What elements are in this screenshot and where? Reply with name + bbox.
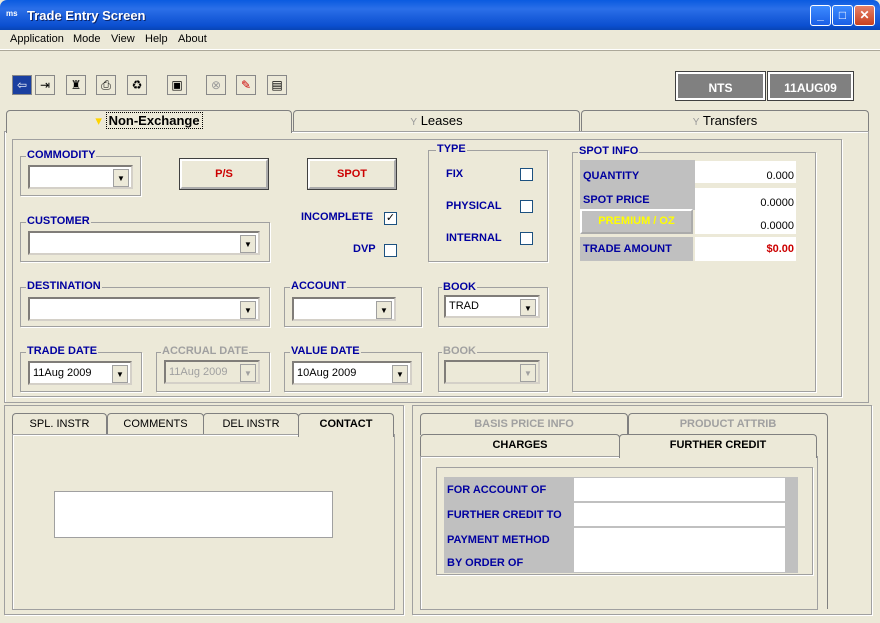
window-title: Trade Entry Screen [27, 8, 146, 23]
commodity-dropdown[interactable]: ▼ [28, 165, 133, 189]
tab-contact[interactable]: CONTACT [298, 413, 394, 437]
type-fix-checkbox[interactable] [520, 168, 533, 181]
trade-date-label: TRADE DATE [26, 345, 99, 357]
value-date-picker[interactable]: 10Aug 2009 ▼ [292, 361, 412, 385]
person-icon[interactable]: ♜ [66, 75, 86, 95]
customer-label: CUSTOMER [26, 215, 91, 227]
spot-button[interactable]: SPOT [307, 158, 397, 190]
menu-mode[interactable]: Mode [73, 33, 101, 45]
printer-desk-icon[interactable]: ▤ [267, 75, 287, 95]
chevron-down-icon[interactable]: ▼ [113, 169, 129, 187]
for-account-of-label: FOR ACCOUNT OF [446, 478, 574, 502]
by-order-of-input[interactable] [574, 551, 785, 573]
trade-date-picker[interactable]: 11Aug 2009 ▼ [28, 361, 132, 385]
destination-label: DESTINATION [26, 280, 102, 292]
chevron-down-icon[interactable]: ▼ [376, 301, 392, 319]
date-status: 11AUG09 [767, 71, 854, 101]
menu-about[interactable]: About [178, 33, 207, 45]
type-physical-label: PHYSICAL [446, 200, 502, 212]
trade-amount-value: $0.00 [695, 237, 796, 261]
minimize-icon[interactable]: _ [810, 5, 831, 26]
tab-leases[interactable]: Y Leases [293, 110, 580, 132]
premium-value[interactable]: 0.0000 [695, 210, 796, 234]
incomplete-checkbox[interactable]: ✓ [384, 212, 397, 225]
commodity-label: COMMODITY [26, 149, 97, 161]
menu-application[interactable]: Application [10, 33, 64, 45]
ps-button[interactable]: P/S [179, 158, 269, 190]
menu-view[interactable]: View [111, 33, 135, 45]
contact-textarea[interactable] [54, 491, 333, 538]
quantity-row: QUANTITY 0.000 [580, 161, 796, 188]
tab-indicator-icon: ▾ [95, 113, 102, 128]
chevron-down-icon: ▼ [240, 364, 256, 382]
quantity-value[interactable]: 0.000 [695, 161, 796, 183]
premium-oz-button[interactable]: PREMIUM / OZ [580, 209, 693, 234]
chevron-down-icon: ▼ [520, 364, 536, 382]
book2-dropdown: ▼ [444, 360, 540, 384]
spot-info-label: SPOT INFO [578, 145, 640, 157]
tab-product-attrib[interactable]: PRODUCT ATTRIB [628, 413, 828, 435]
recycle-icon[interactable]: ♻ [127, 75, 147, 95]
chevron-down-icon[interactable]: ▼ [520, 299, 536, 316]
accrual-date-picker: 11Aug 2009 ▼ [164, 360, 260, 384]
type-label: TYPE [436, 143, 467, 155]
destination-dropdown[interactable]: ▼ [28, 297, 260, 321]
quantity-label: QUANTITY [580, 164, 693, 188]
save-disk-icon[interactable]: ▣ [167, 75, 187, 95]
type-physical-checkbox[interactable] [520, 200, 533, 213]
type-internal-checkbox[interactable] [520, 232, 533, 245]
tab-comments[interactable]: COMMENTS [107, 413, 204, 435]
trade-amount-label: TRADE AMOUNT [580, 237, 693, 261]
accrual-date-label: ACCRUAL DATE [161, 345, 250, 357]
type-internal-label: INTERNAL [446, 232, 502, 244]
tab-del-instr[interactable]: DEL INSTR [203, 413, 299, 435]
exit-arrow-icon[interactable]: ⇦ [12, 75, 32, 95]
tab-y-icon: Y [410, 117, 418, 128]
tab-charges[interactable]: CHARGES [420, 434, 620, 456]
print-icon[interactable]: ⎙ [96, 75, 116, 95]
chevron-down-icon[interactable]: ▼ [392, 365, 408, 383]
value-date-label: VALUE DATE [290, 345, 361, 357]
back-tab-edge [818, 433, 828, 609]
incomplete-label: INCOMPLETE [301, 211, 374, 223]
menu-help[interactable]: Help [145, 33, 168, 45]
payment-method-label: PAYMENT METHOD [446, 528, 574, 552]
close-icon[interactable]: ✕ [854, 5, 875, 26]
app-icon: ms [6, 9, 18, 18]
account-dropdown[interactable]: ▼ [292, 297, 396, 321]
trade-amount-row: TRADE AMOUNT $0.00 [580, 237, 796, 261]
for-account-of-input[interactable] [574, 478, 785, 502]
book-label: BOOK [442, 281, 477, 293]
system-status: NTS [675, 71, 766, 101]
further-credit-to-input[interactable] [574, 503, 785, 527]
tab-transfers[interactable]: Y Transfers [581, 110, 869, 132]
book-dropdown[interactable]: TRAD ▼ [444, 295, 540, 318]
tab-spl-instr[interactable]: SPL. INSTR [12, 413, 107, 435]
payment-method-input[interactable] [574, 528, 785, 552]
type-fix-label: FIX [446, 168, 464, 180]
book2-label: BOOK [442, 345, 477, 357]
spot-price-value[interactable]: 0.0000 [695, 188, 796, 212]
tab-basis-price-info[interactable]: BASIS PRICE INFO [420, 413, 628, 435]
chevron-down-icon[interactable]: ▼ [112, 365, 128, 383]
maximize-icon[interactable]: □ [832, 5, 853, 26]
cancel-circle-icon[interactable]: ⊗ [206, 75, 226, 95]
tab-non-exchange[interactable]: ▾ Non-Exchange [6, 110, 292, 133]
dvp-checkbox[interactable] [384, 244, 397, 257]
dvp-label: DVP [353, 243, 376, 255]
by-order-of-label: BY ORDER OF [446, 551, 574, 573]
chevron-down-icon[interactable]: ▼ [240, 235, 256, 253]
toolbar-separator [0, 50, 880, 51]
door-exit-icon[interactable]: ⇥ [35, 75, 55, 95]
tab-further-credit[interactable]: FURTHER CREDIT [619, 434, 817, 458]
chevron-down-icon[interactable]: ▼ [240, 301, 256, 319]
tab-y-icon: Y [692, 117, 700, 128]
edit-note-icon[interactable]: ✎ [236, 75, 256, 95]
further-credit-to-label: FURTHER CREDIT TO [446, 503, 574, 527]
customer-dropdown[interactable]: ▼ [28, 231, 260, 255]
account-label: ACCOUNT [290, 280, 347, 292]
